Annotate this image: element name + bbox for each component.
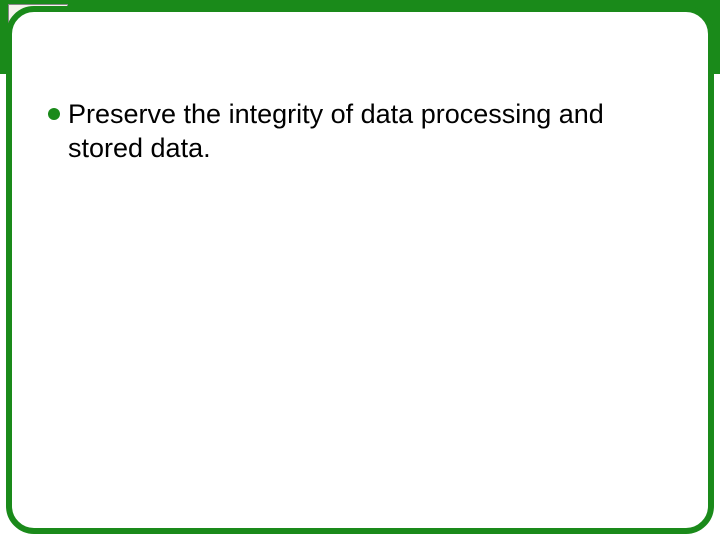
bullet-text: Preserve the integrity of data processin… [68,98,672,166]
bullet-icon [48,108,60,120]
slide: A I S SYSTEMS Processing/Storage Control… [0,0,720,540]
slide-frame [6,6,714,534]
bullet-item: Preserve the integrity of data processin… [48,98,672,166]
body: Preserve the integrity of data processin… [48,98,672,166]
